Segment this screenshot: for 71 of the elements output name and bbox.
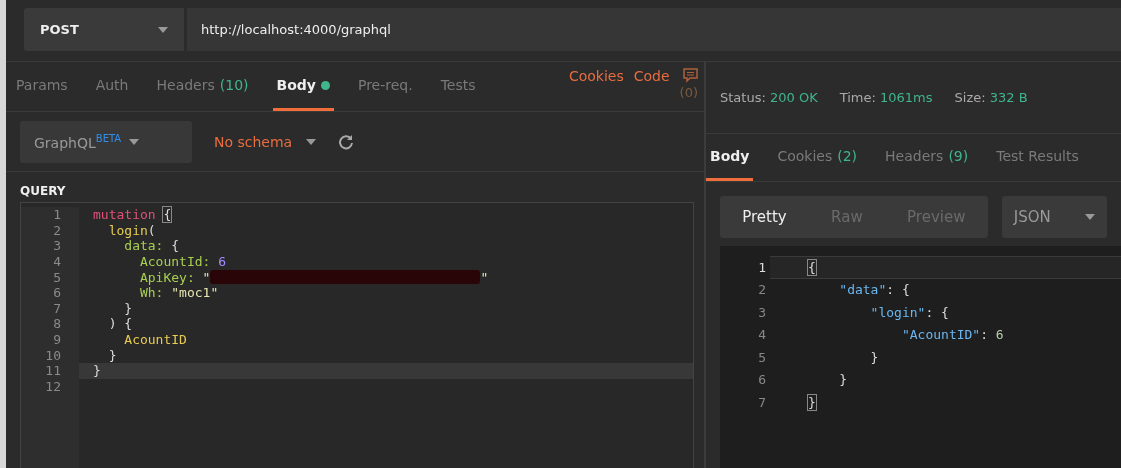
response-tab[interactable]: Test Results	[992, 134, 1083, 181]
line-number: 8	[21, 316, 79, 332]
line-number: 5	[757, 348, 767, 367]
request-tab[interactable]: Tests	[436, 62, 480, 111]
line-number: 6	[757, 371, 767, 390]
code-token: : {	[925, 304, 949, 320]
status-item: Size: 332 B	[954, 90, 1028, 105]
code-token: Wh:	[138, 285, 164, 301]
format-dropdown[interactable]: JSON	[1001, 196, 1107, 238]
line-number: 3	[21, 238, 79, 254]
response-tab[interactable]: Body	[706, 134, 754, 181]
request-tab[interactable]: Params	[12, 62, 72, 111]
method-dropdown[interactable]: POST	[24, 8, 184, 51]
response-tab[interactable]: Headers (9)	[881, 134, 973, 181]
code-token: login	[107, 222, 148, 238]
link[interactable]: Cookies	[568, 68, 624, 84]
line-number: 1	[21, 207, 79, 223]
line-number: 3	[757, 303, 767, 322]
code-token: AcountId:	[138, 254, 211, 270]
line-number: 4	[757, 326, 767, 345]
line-number: 2	[757, 281, 767, 300]
code-token: "data"	[838, 282, 887, 298]
code-token: :	[980, 327, 989, 343]
request-tab[interactable]: Auth	[91, 62, 133, 111]
request-tab[interactable]: Headers (10)	[152, 62, 253, 111]
body-type-dropdown[interactable]: GraphQL$^{BETA}$	[20, 120, 192, 163]
code-token: {	[163, 207, 172, 223]
code-token: (	[147, 222, 156, 238]
code-token: AcountID	[123, 332, 187, 348]
caret-icon	[1085, 214, 1095, 220]
caret-icon	[306, 138, 317, 145]
code-token: }	[838, 372, 848, 388]
code-token: }	[107, 347, 117, 363]
code-token: {	[170, 238, 180, 254]
query-editor[interactable]: 1 mutation { 2 login( 3 data: { 4 AcountId: 6 5 ApiKey: " " 6 Wh: "moc1" 7 } 8 ) { 9 AcountID 10 } 11 } 12	[20, 202, 694, 468]
code-token: "	[201, 269, 211, 285]
status-item: Time: 1061ms	[839, 90, 933, 105]
code-token: 6	[995, 327, 1004, 343]
comment-count: (0)	[679, 85, 698, 100]
caret-icon	[158, 26, 168, 33]
status-item: Status: 200 OK	[720, 90, 818, 105]
code-token: }	[808, 394, 816, 410]
code-token: }	[869, 349, 879, 365]
code-token: "moc1"	[170, 285, 219, 301]
code-token: ApiKey:	[138, 269, 195, 285]
request-tab[interactable]: Body	[272, 62, 334, 111]
line-number: 5	[21, 269, 79, 285]
refresh-icon[interactable]	[338, 133, 355, 150]
code-token: {	[808, 259, 816, 275]
schema-dropdown[interactable]: No schema	[208, 132, 323, 151]
code-token: ) {	[107, 316, 133, 332]
link[interactable]: Code	[633, 68, 670, 84]
code-token: }	[93, 363, 101, 379]
code-token: "	[480, 269, 489, 285]
url-field[interactable]: http://localhost:4000/graphql	[187, 8, 1121, 51]
request-tab[interactable]: Pre-req.	[353, 62, 417, 111]
code-token: "login"	[869, 304, 926, 320]
code-token: mutation	[93, 207, 157, 223]
response-tab[interactable]: Cookies (2)	[773, 134, 862, 181]
caret-icon	[129, 138, 140, 145]
line-number: 7	[757, 393, 767, 412]
code-token: data:	[123, 238, 164, 254]
code-token: : {	[886, 282, 910, 298]
line-number: 10	[21, 347, 79, 363]
line-number: 1	[757, 258, 767, 277]
code-token: }	[123, 300, 133, 316]
section-label: QUERY	[19, 183, 67, 200]
view-mode[interactable]: Pretty	[736, 207, 793, 227]
comment-icon[interactable]	[683, 68, 698, 83]
code-token: "AcountID"	[900, 327, 981, 343]
code-token: 6	[217, 254, 227, 270]
